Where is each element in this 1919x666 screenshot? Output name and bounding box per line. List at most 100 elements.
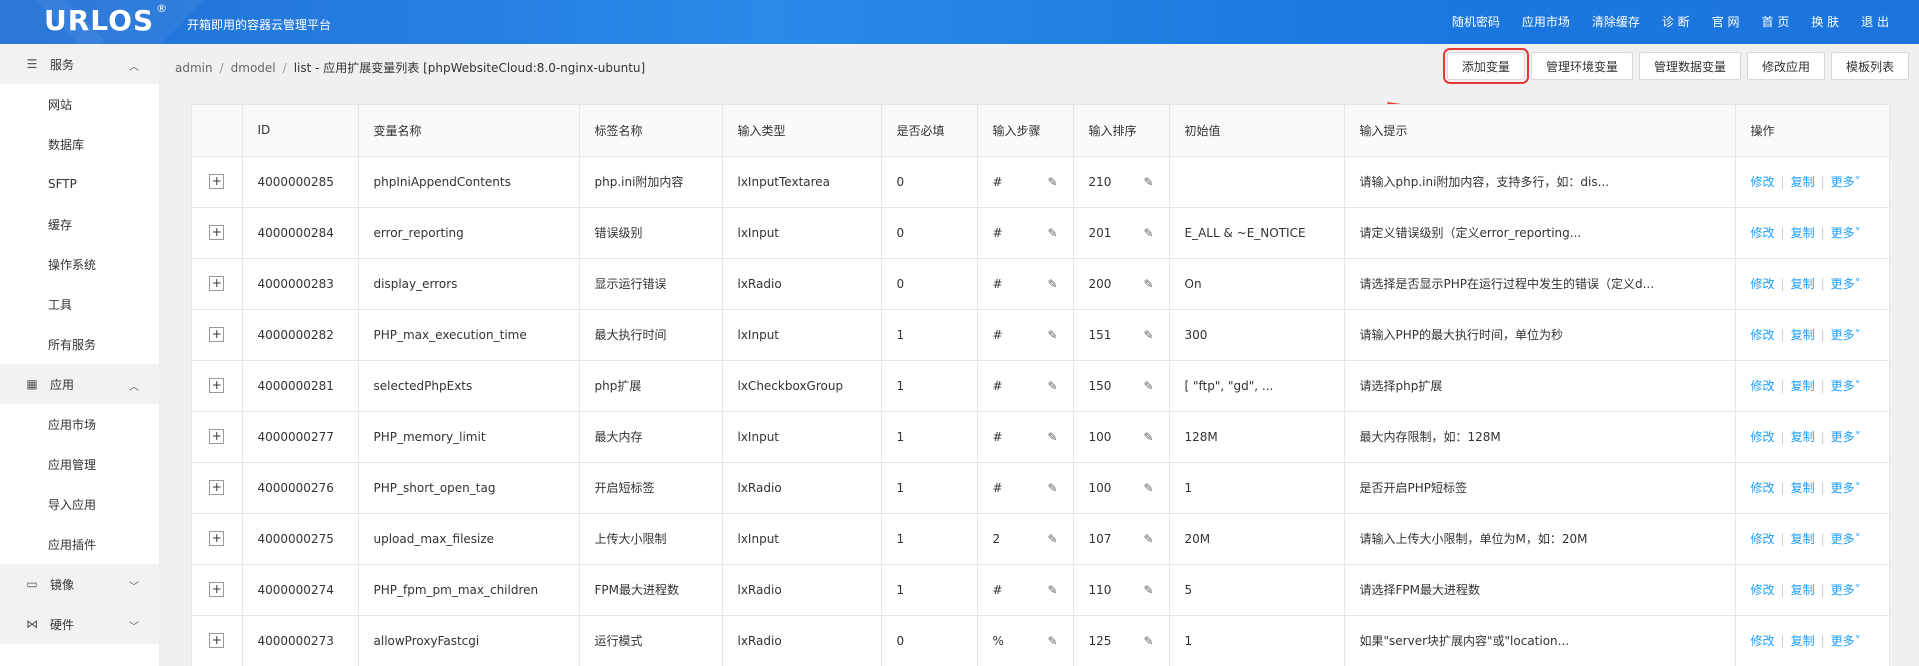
copy-link[interactable]: 复制 — [1791, 583, 1815, 597]
sidebar-item[interactable]: 数据库 — [0, 124, 159, 164]
app-market-link[interactable]: 应用市场 — [1522, 13, 1570, 30]
home-link[interactable]: 首 页 — [1762, 13, 1790, 30]
clear-cache-link[interactable]: 清除缓存 — [1592, 13, 1640, 30]
pencil-edit-icon[interactable]: ✎ — [1047, 481, 1057, 495]
template-list-button[interactable]: 模板列表 — [1830, 52, 1909, 80]
more-dropdown[interactable]: 更多˅ — [1831, 328, 1861, 342]
edit-link[interactable]: 修改 — [1751, 430, 1775, 444]
sidebar-item[interactable]: 应用市场 — [0, 404, 159, 444]
pencil-edit-icon[interactable]: ✎ — [1143, 277, 1153, 291]
pencil-edit-icon[interactable]: ✎ — [1143, 226, 1153, 240]
sidebar-group-3[interactable]: ⋈ 硬件 ﹀ — [0, 604, 159, 644]
edit-link[interactable]: 修改 — [1751, 481, 1775, 495]
pencil-edit-icon[interactable]: ✎ — [1047, 532, 1057, 546]
manage-data-variables-button[interactable]: 管理数据变量 — [1638, 52, 1741, 80]
cell-id: 4000000273 — [242, 615, 359, 666]
logout-link[interactable]: 退 出 — [1861, 13, 1889, 30]
sidebar-group-0[interactable]: ☰ 服务 ︿ — [0, 44, 159, 84]
sidebar-item[interactable]: 缓存 — [0, 204, 159, 244]
add-variable-button[interactable]: 添加变量 — [1442, 48, 1529, 84]
pencil-edit-icon[interactable]: ✎ — [1143, 532, 1153, 546]
expand-row-button[interactable]: + — [209, 582, 225, 597]
pencil-edit-icon[interactable]: ✎ — [1143, 430, 1153, 444]
expand-row-button[interactable]: + — [209, 378, 225, 393]
copy-link[interactable]: 复制 — [1791, 532, 1815, 546]
diagnose-link[interactable]: 诊 断 — [1662, 13, 1690, 30]
pencil-edit-icon[interactable]: ✎ — [1047, 379, 1057, 393]
breadcrumb-link[interactable]: admin — [175, 61, 213, 75]
sidebar-item[interactable]: 工具 — [0, 284, 159, 324]
more-dropdown[interactable]: 更多˅ — [1831, 634, 1861, 648]
pencil-edit-icon[interactable]: ✎ — [1143, 481, 1153, 495]
sidebar-item[interactable]: 应用管理 — [0, 444, 159, 484]
pencil-edit-icon[interactable]: ✎ — [1143, 379, 1153, 393]
pencil-edit-icon[interactable]: ✎ — [1143, 634, 1153, 648]
cell-id: 4000000276 — [242, 462, 359, 514]
more-dropdown[interactable]: 更多˅ — [1831, 532, 1861, 546]
edit-link[interactable]: 修改 — [1751, 277, 1775, 291]
edit-app-button[interactable]: 修改应用 — [1746, 52, 1825, 80]
edit-link[interactable]: 修改 — [1751, 532, 1775, 546]
copy-link[interactable]: 复制 — [1791, 226, 1815, 240]
logo[interactable]: URLOS ® — [44, 2, 168, 37]
sidebar-item[interactable]: 所有服务 — [0, 324, 159, 364]
more-dropdown[interactable]: 更多˅ — [1831, 481, 1861, 495]
official-site-link[interactable]: 官 网 — [1712, 13, 1740, 30]
expand-row-button[interactable]: + — [209, 531, 225, 546]
editable-value: # ✎ — [993, 277, 1058, 291]
edit-link[interactable]: 修改 — [1751, 226, 1775, 240]
pencil-edit-icon[interactable]: ✎ — [1047, 328, 1057, 342]
sidebar-group-2[interactable]: ▭ 镜像 ﹀ — [0, 564, 159, 604]
pencil-edit-icon[interactable]: ✎ — [1047, 226, 1057, 240]
sidebar-item[interactable]: 应用插件 — [0, 524, 159, 564]
edit-link[interactable]: 修改 — [1751, 583, 1775, 597]
pencil-edit-icon[interactable]: ✎ — [1047, 583, 1057, 597]
sidebar-item[interactable]: 操作系统 — [0, 244, 159, 284]
edit-link[interactable]: 修改 — [1751, 175, 1775, 189]
breadcrumb-link[interactable]: dmodel — [231, 61, 276, 75]
cell-order: 200 ✎ — [1073, 258, 1170, 310]
more-dropdown[interactable]: 更多˅ — [1831, 175, 1861, 189]
expand-row-button[interactable]: + — [209, 480, 225, 495]
sidebar-item[interactable]: 网站 — [0, 84, 159, 124]
expand-row-button[interactable]: + — [209, 174, 225, 189]
edit-link[interactable]: 修改 — [1751, 634, 1775, 648]
copy-link[interactable]: 复制 — [1791, 379, 1815, 393]
expand-row-button[interactable]: + — [209, 633, 225, 648]
cell-value: % — [992, 633, 1004, 648]
copy-link[interactable]: 复制 — [1791, 277, 1815, 291]
disk-icon: ▭ — [26, 577, 38, 591]
copy-link[interactable]: 复制 — [1791, 175, 1815, 189]
pencil-edit-icon[interactable]: ✎ — [1143, 328, 1153, 342]
edit-link[interactable]: 修改 — [1751, 328, 1775, 342]
pencil-edit-icon[interactable]: ✎ — [1143, 583, 1153, 597]
sidebar-group-1[interactable]: ▦ 应用 ︿ — [0, 364, 159, 404]
pencil-edit-icon[interactable]: ✎ — [1047, 175, 1057, 189]
copy-link[interactable]: 复制 — [1791, 328, 1815, 342]
link-separator: | — [1820, 328, 1825, 342]
more-dropdown[interactable]: 更多˅ — [1831, 430, 1861, 444]
sidebar-item[interactable]: SFTP — [0, 164, 159, 204]
more-dropdown[interactable]: 更多˅ — [1831, 583, 1861, 597]
manage-env-variables-button[interactable]: 管理环境变量 — [1530, 52, 1633, 80]
switch-skin-link[interactable]: 换 肤 — [1811, 13, 1839, 30]
expand-row-button[interactable]: + — [209, 225, 225, 240]
more-dropdown[interactable]: 更多˅ — [1831, 277, 1861, 291]
copy-link[interactable]: 复制 — [1791, 481, 1815, 495]
expand-row-button[interactable]: + — [209, 429, 225, 444]
more-dropdown[interactable]: 更多˅ — [1831, 379, 1861, 393]
more-dropdown[interactable]: 更多˅ — [1831, 226, 1861, 240]
cell-label: 开启短标签 — [579, 462, 723, 514]
expand-row-button[interactable]: + — [209, 276, 225, 291]
cell-step: # ✎ — [977, 309, 1074, 361]
sidebar-item[interactable]: 导入应用 — [0, 484, 159, 524]
pencil-edit-icon[interactable]: ✎ — [1047, 430, 1057, 444]
random-password-link[interactable]: 随机密码 — [1452, 13, 1500, 30]
copy-link[interactable]: 复制 — [1791, 430, 1815, 444]
edit-link[interactable]: 修改 — [1751, 379, 1775, 393]
pencil-edit-icon[interactable]: ✎ — [1047, 634, 1057, 648]
pencil-edit-icon[interactable]: ✎ — [1047, 277, 1057, 291]
pencil-edit-icon[interactable]: ✎ — [1143, 175, 1153, 189]
expand-row-button[interactable]: + — [209, 327, 225, 342]
copy-link[interactable]: 复制 — [1791, 634, 1815, 648]
